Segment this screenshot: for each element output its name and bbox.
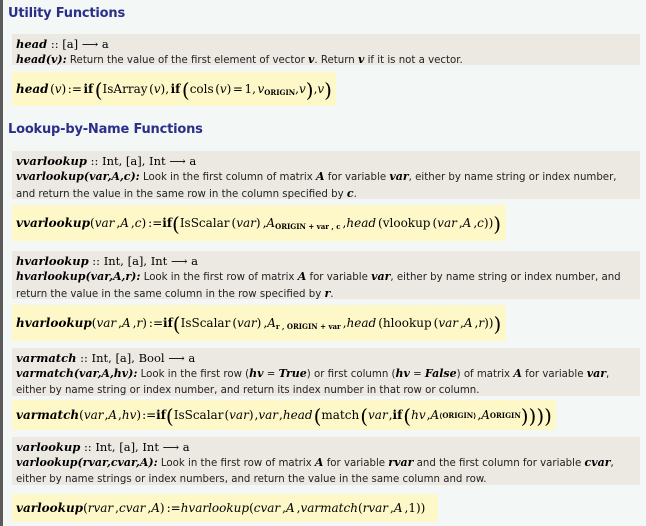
definition-hvarlookup[interactable]: hvarlookup(var, A, r):= if(IsScalar(var), Ar… [12,305,506,341]
description-text: for variable [306,272,372,283]
definition-head[interactable]: head(v):= if(IsArray(v), if(cols(v) = 1, v ORI… [12,72,336,106]
emphasis-term: True [278,367,307,380]
function-call-label: hvarlookup(var,A,r): [16,270,141,283]
description-varlookup: varlookup(rvar,cvar,A): Look in the firs… [16,455,636,488]
description-text: ) of matrix [456,369,514,380]
emphasis-term: False [424,367,457,380]
section-title-utility: Utility Functions [8,6,125,21]
emphasis-term: c [346,187,354,200]
description-text: Look in the first row of matrix [157,458,315,469]
description-text: = [409,369,425,380]
description-hvarlookup: hvarlookup(var,A,r): Look in the first r… [16,269,636,303]
signature-hvarlookup: hvarlookup :: Int, [a], Int ⟶ a [16,254,198,268]
definition-varlookup[interactable]: varlookup(rvar, cvar, A):= hvarlookup(cvar,… [12,494,438,522]
emphasis-term: var [586,367,607,380]
signature-varmatch: varmatch :: Int, [a], Bool ⟶ a [16,351,196,365]
description-varmatch: varmatch(var,A,hv): Look in the first ro… [16,366,636,399]
description-text: ) or first column ( [306,369,396,380]
description-text: if it is not a vector. [364,55,463,66]
emphasis-term: cvar [584,456,611,469]
emphasis-term: var [371,270,391,283]
function-call-label: varlookup(rvar,cvar,A): [16,456,158,469]
description-text: for variable [324,172,390,183]
emphasis-term: var [389,170,409,183]
doc-box-head: head :: [a] ⟶ a head(v): Return the valu… [12,34,640,66]
emphasis-term: A [297,270,307,283]
function-call-label: head(v): [16,53,67,66]
function-call-label: varmatch(var,A,hv): [16,367,138,380]
emphasis-term: rvar [388,456,414,469]
description-text: . [330,289,334,300]
section-title-lookup: Lookup-by-Name Functions [8,122,203,137]
description-vvarlookup: vvarlookup(var,A,c): Look in the first c… [16,169,636,203]
left-window-border [0,0,3,526]
emphasis-term: hv [395,367,410,380]
description-text: Look in the first row ( [137,369,250,380]
description-text: . [353,189,357,200]
definition-varmatch[interactable]: varmatch(var, A, hv):= if(IsScalar(var), var… [12,400,556,430]
description-text: and the first column for variable [413,458,585,469]
description-text: for variable [521,369,587,380]
signature-head: head :: [a] ⟶ a [16,37,109,51]
doc-box-hvarlookup: hvarlookup :: Int, [a], Int ⟶ a hvarlook… [12,251,640,300]
definition-vvarlookup[interactable]: vvarlookup(var, A, c):= if(IsScalar(var), A O… [12,205,506,241]
signature-vvarlookup: vvarlookup :: Int, [a], Int ⟶ a [16,154,197,168]
doc-box-varlookup: varlookup :: Int, [a], Int ⟶ a varlookup… [12,437,640,485]
function-call-label: vvarlookup(var,A,c): [16,170,140,183]
doc-box-vvarlookup: vvarlookup :: Int, [a], Int ⟶ a vvarlook… [12,151,640,200]
description-text: . Return [314,55,358,66]
emphasis-term: A [315,170,325,183]
description-text: for variable [323,458,389,469]
description-text: Look in the first row of matrix [140,272,298,283]
description-text: Look in the first column of matrix [139,172,316,183]
doc-box-varmatch: varmatch :: Int, [a], Bool ⟶ a varmatch(… [12,348,640,396]
description-head: head(v): Return the value of the first e… [16,52,636,69]
emphasis-term: A [513,367,522,380]
emphasis-term: hv [249,367,264,380]
description-text: = [263,369,279,380]
signature-varlookup: varlookup :: Int, [a], Int ⟶ a [16,440,190,454]
description-text: Return the value of the first element of… [66,55,309,66]
